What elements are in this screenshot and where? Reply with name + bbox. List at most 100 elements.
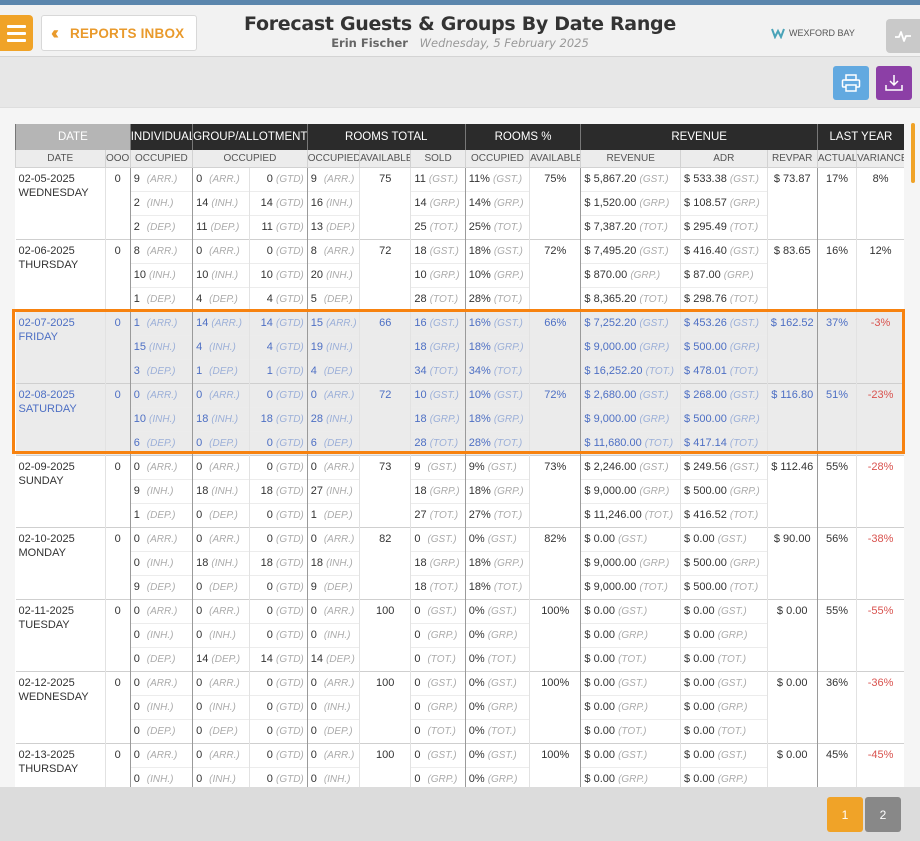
- print-button[interactable]: [833, 66, 869, 100]
- pct-occupied-tag: (GRP.): [493, 270, 524, 281]
- rooms-occupied-cell: 0 (ARR.): [306, 382, 360, 407]
- rooms-occupied-value: 6: [310, 437, 317, 449]
- rooms-occupied-value: 0: [310, 701, 317, 713]
- revpar-value: $ 73.87: [773, 172, 811, 185]
- ly-actual-value: 17%: [825, 172, 848, 185]
- group-tag: (INH.): [211, 414, 239, 425]
- individual-tag: (DEP.): [146, 438, 176, 449]
- date-cell[interactable]: 02-13-2025 THURSDAY: [15, 742, 106, 788]
- rooms-sold-value: 18: [414, 245, 427, 257]
- revenue-value: $ 0.00: [584, 773, 616, 785]
- group-gtd-value: 4: [266, 341, 273, 353]
- weekday-value: WEDNESDAY: [18, 690, 89, 703]
- col-header-pct-available: AVAILABLE: [529, 150, 581, 168]
- ooo-cell: 0: [104, 310, 131, 383]
- table-row: 02-13-2025 THURSDAY 0 0 (ARR.) 0 (ARR.) 0 (GT…: [15, 742, 904, 788]
- rooms-sold-tag: (TOT.): [427, 654, 456, 665]
- ly-actual-cell: 37%: [816, 310, 857, 383]
- adr-tag: (GRP.): [717, 702, 748, 713]
- col-header-ooo: OOO: [104, 150, 131, 168]
- group-value: 0: [196, 725, 203, 737]
- group-cell: 0 (DEP.): [192, 718, 250, 743]
- rooms-available-cell: 72: [359, 382, 411, 455]
- rooms-available-cell: 100: [359, 742, 411, 788]
- revpar-value: $ 83.65: [773, 244, 811, 257]
- individual-cell: 9 (INH.): [129, 478, 193, 503]
- date-cell[interactable]: 02-09-2025 SUNDAY: [15, 454, 106, 527]
- adr-tag: (TOT.): [729, 510, 759, 521]
- ly-variance-value: -36%: [867, 676, 894, 689]
- revenue-value: $ 7,252.20: [584, 317, 637, 329]
- date-cell[interactable]: 02-05-2025 WEDNESDAY: [15, 166, 106, 239]
- group-gtd-tag: (GTD): [275, 390, 304, 401]
- pct-available-value: 72%: [544, 244, 567, 257]
- revenue-tag: (GST.): [639, 174, 669, 185]
- date-value: 02-13-2025: [18, 748, 75, 761]
- pct-available-cell: 66%: [529, 310, 581, 383]
- date-cell[interactable]: 02-07-2025 FRIDAY: [15, 310, 106, 383]
- group-cell: 18 (INH.): [192, 550, 250, 575]
- pct-occupied-cell: 0% (GST.): [464, 742, 530, 767]
- rooms-occupied-cell: 5 (DEP.): [306, 286, 360, 311]
- individual-tag: (INH.): [146, 486, 174, 497]
- individual-tag: (INH.): [149, 342, 176, 353]
- page-2-button[interactable]: 2: [865, 797, 901, 832]
- group-value: 0: [196, 461, 203, 473]
- ly-actual-cell: 17%: [816, 166, 857, 239]
- adr-cell: $ 478.01 (TOT.): [680, 358, 768, 383]
- rooms-occupied-value: 13: [310, 221, 324, 233]
- revenue-value: $ 0.00: [584, 533, 616, 545]
- report-content: DATE INDIVIDUAL GROUP/ALLOTMENTS ROOMS T…: [0, 107, 920, 788]
- date-cell[interactable]: 02-06-2025 THURSDAY: [15, 238, 106, 311]
- adr-value: $ 500.00: [684, 341, 727, 353]
- pct-available-cell: 82%: [529, 526, 581, 599]
- group-gtd-tag: (GTD): [275, 678, 304, 689]
- revenue-cell: $ 0.00 (TOT.): [580, 646, 681, 671]
- individual-value: 2: [133, 221, 140, 233]
- rooms-occupied-cell: 4 (DEP.): [306, 358, 360, 383]
- vertical-scrollbar[interactable]: [911, 123, 915, 183]
- date-cell[interactable]: 02-10-2025 MONDAY: [15, 526, 106, 599]
- download-button[interactable]: [876, 66, 912, 100]
- rooms-available-value: 75: [379, 172, 392, 185]
- adr-cell: $ 0.00 (GRP.): [680, 622, 768, 647]
- individual-tag: (INH.): [146, 774, 174, 785]
- date-value: 02-10-2025: [18, 532, 75, 545]
- pct-occupied-value: 0%: [468, 629, 485, 641]
- pct-occupied-value: 0%: [468, 605, 485, 617]
- ly-variance-cell: -3%: [856, 310, 904, 383]
- group-gtd-value: 0: [266, 509, 273, 521]
- group-value: 0: [196, 509, 203, 521]
- ooo-value: 0: [114, 748, 121, 761]
- date-cell[interactable]: 02-11-2025 TUESDAY: [15, 598, 106, 671]
- group-gtd-value: 14: [260, 317, 273, 329]
- group-cell: 0 (INH.): [192, 694, 250, 719]
- rooms-sold-cell: 18 (GST.): [410, 238, 466, 263]
- pct-available-cell: 72%: [529, 238, 581, 311]
- rooms-sold-tag: (GRP.): [427, 774, 458, 785]
- revpar-value: $ 0.00: [776, 604, 808, 617]
- group-gtd-cell: 0 (GTD): [249, 502, 308, 527]
- adr-value: $ 108.57: [684, 197, 727, 209]
- individual-value: 1: [133, 317, 140, 329]
- rooms-sold-value: 18: [414, 341, 427, 353]
- date-value: 02-09-2025: [18, 460, 75, 473]
- group-value: 0: [196, 605, 203, 617]
- revpar-cell: $ 0.00: [766, 598, 818, 671]
- rooms-sold-value: 28: [414, 293, 427, 305]
- adr-value: $ 0.00: [684, 749, 715, 761]
- group-gtd-value: 0: [266, 581, 273, 593]
- ly-actual-value: 37%: [825, 316, 848, 329]
- activity-icon[interactable]: [886, 19, 920, 53]
- revenue-value: $ 870.00: [584, 269, 628, 281]
- rooms-sold-cell: 27 (TOT.): [410, 502, 466, 527]
- rooms-sold-cell: 25 (TOT.): [410, 214, 466, 239]
- individual-cell: 0 (ARR.): [129, 454, 193, 479]
- rooms-sold-tag: (TOT.): [427, 726, 456, 737]
- page-1-button[interactable]: 1: [827, 797, 863, 832]
- rooms-sold-cell: 28 (TOT.): [410, 286, 466, 311]
- group-gtd-tag: (GTD): [275, 750, 304, 761]
- date-cell[interactable]: 02-12-2025 WEDNESDAY: [15, 670, 106, 743]
- date-cell[interactable]: 02-08-2025 SATURDAY: [15, 382, 106, 455]
- group-value: 4: [196, 341, 203, 353]
